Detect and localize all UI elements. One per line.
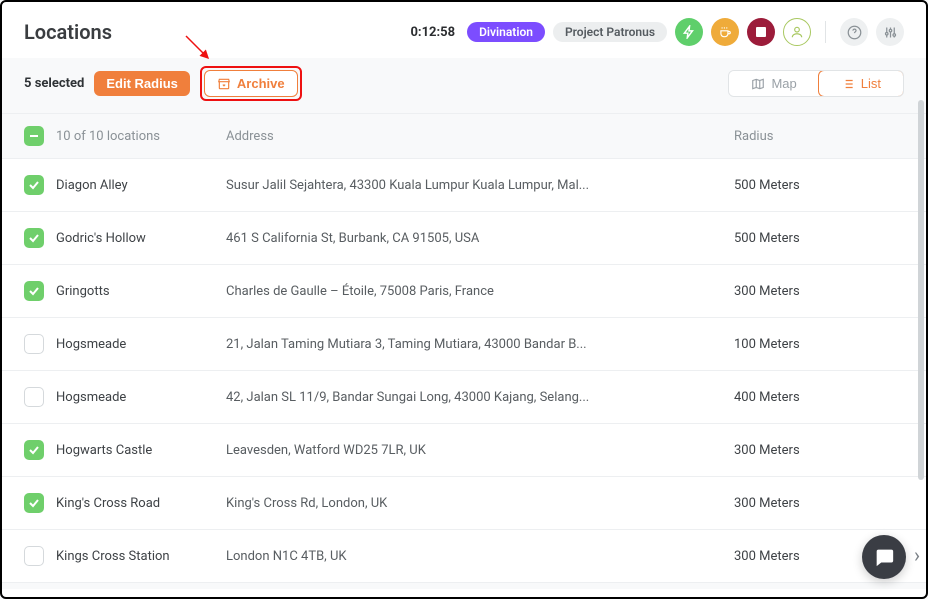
table-row[interactable]: Hogwarts Castle Leavesden, Watford WD25 … bbox=[2, 423, 926, 476]
table-row[interactable]: Hogsmeade 21, Jalan Taming Mutiara 3, Ta… bbox=[2, 317, 926, 370]
coffee-icon bbox=[718, 25, 732, 39]
view-toggle: Map List bbox=[728, 70, 904, 97]
check-icon bbox=[28, 444, 40, 456]
user-button[interactable] bbox=[783, 18, 811, 46]
table-row[interactable]: Diagon Alley Susur Jalil Sejahtera, 4330… bbox=[2, 158, 926, 211]
row-address: Charles de Gaulle – Étoile, 75008 Paris,… bbox=[226, 284, 734, 299]
table-row[interactable]: Godric's Hollow 461 S California St, Bur… bbox=[2, 211, 926, 264]
table-row[interactable]: King's Cross Road King's Cross Rd, Londo… bbox=[2, 476, 926, 529]
row-name: Hogsmeade bbox=[56, 390, 226, 405]
scrollbar[interactable] bbox=[918, 100, 924, 480]
row-radius: 300 Meters bbox=[734, 496, 904, 511]
column-header-count[interactable]: 10 of 10 locations bbox=[56, 129, 226, 144]
project-pill-secondary[interactable]: Project Patronus bbox=[553, 22, 667, 42]
help-icon bbox=[847, 25, 862, 40]
map-icon bbox=[751, 77, 765, 91]
bolt-icon bbox=[682, 25, 696, 39]
row-checkbox[interactable] bbox=[24, 493, 44, 513]
settings-button[interactable] bbox=[876, 18, 904, 46]
stop-icon bbox=[756, 27, 766, 37]
row-name: Diagon Alley bbox=[56, 178, 226, 193]
row-checkbox[interactable] bbox=[24, 281, 44, 301]
row-radius: 100 Meters bbox=[734, 337, 904, 352]
check-icon bbox=[28, 179, 40, 191]
project-pill-primary[interactable]: Divination bbox=[467, 22, 545, 42]
table-row[interactable]: Hogsmeade 42, Jalan SL 11/9, Bandar Sung… bbox=[2, 370, 926, 423]
row-checkbox[interactable] bbox=[24, 440, 44, 460]
archive-button[interactable]: Archive bbox=[204, 70, 298, 97]
status-button-orange[interactable] bbox=[711, 18, 739, 46]
check-icon bbox=[28, 285, 40, 297]
annotation-highlight: Archive bbox=[200, 66, 302, 101]
map-view-button[interactable]: Map bbox=[729, 71, 818, 96]
row-name: Godric's Hollow bbox=[56, 231, 226, 246]
table-row[interactable]: Kings Cross Station London N1C 4TB, UK 3… bbox=[2, 529, 926, 582]
row-radius: 500 Meters bbox=[734, 178, 904, 193]
row-name: Kings Cross Station bbox=[56, 549, 226, 564]
row-name: Hogsmeade bbox=[56, 337, 226, 352]
status-button-green[interactable] bbox=[675, 18, 703, 46]
row-radius: 500 Meters bbox=[734, 231, 904, 246]
user-icon bbox=[790, 25, 804, 39]
list-view-button[interactable]: List bbox=[818, 70, 904, 97]
map-view-label: Map bbox=[771, 76, 796, 91]
edit-radius-button[interactable]: Edit Radius bbox=[94, 71, 190, 96]
row-checkbox[interactable] bbox=[24, 228, 44, 248]
check-icon bbox=[28, 497, 40, 509]
selected-count: 5 selected bbox=[24, 76, 84, 91]
chat-widget-button[interactable] bbox=[862, 535, 906, 579]
check-icon bbox=[28, 232, 40, 244]
select-all-checkbox[interactable] bbox=[24, 126, 44, 146]
row-name: Hogwarts Castle bbox=[56, 443, 226, 458]
table-row[interactable]: Gringotts Charles de Gaulle – Étoile, 75… bbox=[2, 264, 926, 317]
page-title: Locations bbox=[24, 20, 112, 44]
row-radius: 300 Meters bbox=[734, 443, 904, 458]
row-address: London N1C 4TB, UK bbox=[226, 549, 734, 564]
list-icon bbox=[841, 77, 855, 91]
row-checkbox[interactable] bbox=[24, 546, 44, 566]
row-checkbox[interactable] bbox=[24, 175, 44, 195]
help-button[interactable] bbox=[840, 18, 868, 46]
minus-icon bbox=[28, 130, 40, 142]
row-checkbox[interactable] bbox=[24, 387, 44, 407]
column-header-address[interactable]: Address bbox=[226, 129, 734, 144]
row-name: Gringotts bbox=[56, 284, 226, 299]
row-address: King's Cross Rd, London, UK bbox=[226, 496, 734, 511]
column-header-radius[interactable]: Radius bbox=[734, 129, 904, 144]
timer-display: 0:12:58 bbox=[410, 25, 455, 40]
row-radius: 400 Meters bbox=[734, 390, 904, 405]
stop-button[interactable] bbox=[747, 18, 775, 46]
row-address: 42, Jalan SL 11/9, Bandar Sungai Long, 4… bbox=[226, 390, 734, 405]
table-header: 10 of 10 locations Address Radius bbox=[2, 114, 926, 158]
archive-icon bbox=[217, 77, 231, 91]
sliders-icon bbox=[883, 25, 898, 40]
row-address: 461 S California St, Burbank, CA 91505, … bbox=[226, 231, 734, 246]
chat-icon bbox=[873, 546, 895, 568]
archive-button-label: Archive bbox=[237, 76, 285, 91]
header-divider bbox=[825, 21, 826, 43]
row-name: King's Cross Road bbox=[56, 496, 226, 511]
row-address: Susur Jalil Sejahtera, 43300 Kuala Lumpu… bbox=[226, 178, 734, 193]
chevron-right-icon: › bbox=[914, 543, 920, 567]
list-view-label: List bbox=[861, 76, 881, 91]
row-radius: 300 Meters bbox=[734, 284, 904, 299]
row-address: Leavesden, Watford WD25 7LR, UK bbox=[226, 443, 734, 458]
row-address: 21, Jalan Taming Mutiara 3, Taming Mutia… bbox=[226, 337, 734, 352]
archived-locations-row[interactable]: Archived Locations bbox=[2, 582, 926, 589]
row-checkbox[interactable] bbox=[24, 334, 44, 354]
